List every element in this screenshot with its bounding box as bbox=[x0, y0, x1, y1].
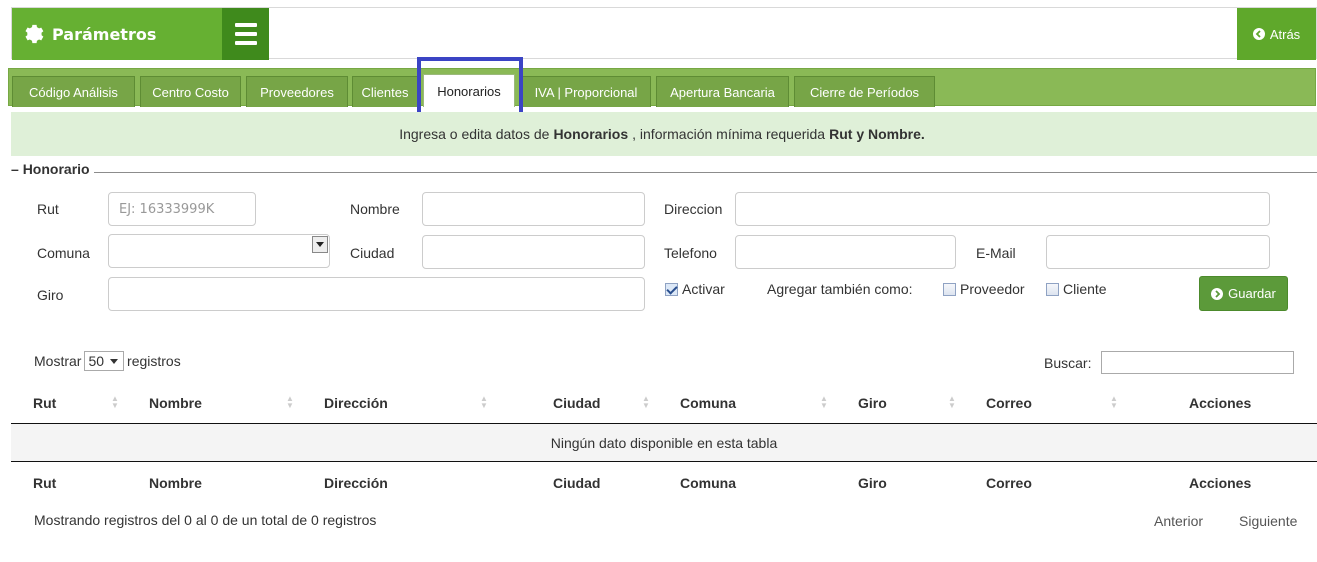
search-input[interactable] bbox=[1101, 351, 1294, 374]
circle-arrow-right-icon bbox=[1211, 287, 1224, 300]
col-footer-giro: Giro bbox=[858, 475, 887, 491]
telefono-input[interactable] bbox=[735, 235, 956, 269]
sort-icon[interactable]: ▲ ▼ bbox=[286, 395, 294, 410]
col-header-nombre[interactable]: Nombre bbox=[149, 395, 202, 411]
tab-bar: Código Análisis Centro Costo Proveedores… bbox=[8, 68, 1316, 107]
comuna-label: Comuna bbox=[37, 245, 90, 261]
email-label: E-Mail bbox=[976, 245, 1016, 261]
cliente-checkbox[interactable]: Cliente bbox=[1046, 281, 1107, 297]
col-header-comuna[interactable]: Comuna bbox=[680, 395, 736, 411]
col-footer-comuna: Comuna bbox=[680, 475, 736, 491]
col-footer-acciones: Acciones bbox=[1189, 475, 1252, 491]
hamburger-icon bbox=[234, 23, 257, 27]
next-page-button[interactable]: Siguiente bbox=[1239, 513, 1297, 529]
checkbox-icon bbox=[1046, 283, 1059, 296]
rut-input[interactable]: EJ: 16333999K bbox=[108, 192, 256, 226]
chevron-left-icon bbox=[1252, 28, 1265, 40]
info-banner: Ingresa o edita datos de Honorarios , in… bbox=[11, 112, 1317, 156]
sort-icon[interactable]: ▲ ▼ bbox=[1110, 395, 1118, 410]
prev-page-button[interactable]: Anterior bbox=[1154, 513, 1203, 529]
sort-icon[interactable]: ▲ ▼ bbox=[642, 395, 650, 410]
nombre-input[interactable] bbox=[422, 192, 645, 226]
direccion-input[interactable] bbox=[735, 192, 1270, 226]
proveedor-checkbox[interactable]: Proveedor bbox=[943, 281, 1025, 297]
checkbox-checked-icon bbox=[665, 283, 678, 296]
back-label: Atrás bbox=[1269, 26, 1301, 42]
tab-clientes[interactable]: Clientes bbox=[352, 76, 418, 107]
app-brand: Parámetros bbox=[12, 8, 222, 60]
ciudad-input[interactable] bbox=[422, 235, 645, 269]
activar-checkbox[interactable]: Activar bbox=[665, 281, 725, 297]
sort-icon[interactable]: ▲ ▼ bbox=[948, 395, 956, 410]
tab-iva-proporcional[interactable]: IVA | Proporcional bbox=[521, 76, 651, 107]
col-footer-nombre: Nombre bbox=[149, 475, 202, 491]
nombre-label: Nombre bbox=[350, 201, 400, 217]
tab-cierre-periodos[interactable]: Cierre de Períodos bbox=[794, 76, 935, 107]
ciudad-label: Ciudad bbox=[350, 245, 395, 261]
col-footer-correo: Correo bbox=[986, 475, 1032, 491]
col-header-ciudad[interactable]: Ciudad bbox=[553, 395, 600, 411]
giro-input[interactable] bbox=[108, 277, 645, 311]
col-header-correo[interactable]: Correo bbox=[986, 395, 1032, 411]
menu-toggle-button[interactable] bbox=[222, 8, 269, 60]
checkbox-icon bbox=[943, 283, 956, 296]
table-info: Mostrando registros del 0 al 0 de un tot… bbox=[34, 512, 377, 528]
comuna-select[interactable] bbox=[108, 234, 330, 268]
caret-down-icon bbox=[110, 359, 119, 364]
col-header-giro[interactable]: Giro bbox=[858, 395, 887, 411]
col-header-acciones: Acciones bbox=[1189, 395, 1252, 411]
fieldset-border bbox=[11, 172, 1317, 173]
sort-icon[interactable]: ▲ ▼ bbox=[111, 395, 119, 410]
col-footer-rut: Rut bbox=[33, 475, 57, 491]
highlight-box bbox=[417, 57, 523, 120]
email-input[interactable] bbox=[1046, 235, 1270, 269]
giro-label: Giro bbox=[37, 287, 64, 303]
table-empty-row: Ningún dato disponible en esta tabla bbox=[11, 424, 1317, 461]
top-bar: Parámetros Atrás bbox=[11, 7, 1317, 60]
col-footer-ciudad: Ciudad bbox=[553, 475, 601, 491]
chevron-down-icon bbox=[312, 236, 328, 253]
col-header-direccion[interactable]: Dirección bbox=[324, 395, 388, 411]
sort-icon[interactable]: ▲ ▼ bbox=[820, 395, 828, 410]
fieldset-legend: – Honorario bbox=[11, 161, 94, 177]
table-footer-divider bbox=[11, 461, 1317, 462]
tab-proveedores[interactable]: Proveedores bbox=[246, 76, 348, 107]
tab-apertura-bancaria[interactable]: Apertura Bancaria bbox=[656, 76, 789, 107]
direccion-label: Direccion bbox=[664, 201, 723, 217]
tab-codigo-analisis[interactable]: Código Análisis bbox=[12, 76, 135, 107]
telefono-label: Telefono bbox=[664, 245, 717, 261]
col-footer-direccion: Dirección bbox=[324, 475, 388, 491]
also-as-label: Agregar también como: bbox=[767, 281, 913, 297]
rut-label: Rut bbox=[37, 201, 59, 217]
tab-centro-costo[interactable]: Centro Costo bbox=[140, 76, 241, 107]
col-header-rut[interactable]: Rut bbox=[33, 395, 56, 411]
back-button[interactable]: Atrás bbox=[1237, 8, 1316, 60]
gear-icon bbox=[25, 24, 44, 44]
page-title: Parámetros bbox=[52, 24, 157, 44]
search-label: Buscar: bbox=[1044, 355, 1092, 371]
page-size-control: Mostrar 50 registros bbox=[34, 351, 181, 371]
sort-icon[interactable]: ▲ ▼ bbox=[480, 395, 488, 410]
save-button[interactable]: Guardar bbox=[1199, 276, 1288, 311]
page-size-select[interactable]: 50 bbox=[84, 351, 125, 371]
